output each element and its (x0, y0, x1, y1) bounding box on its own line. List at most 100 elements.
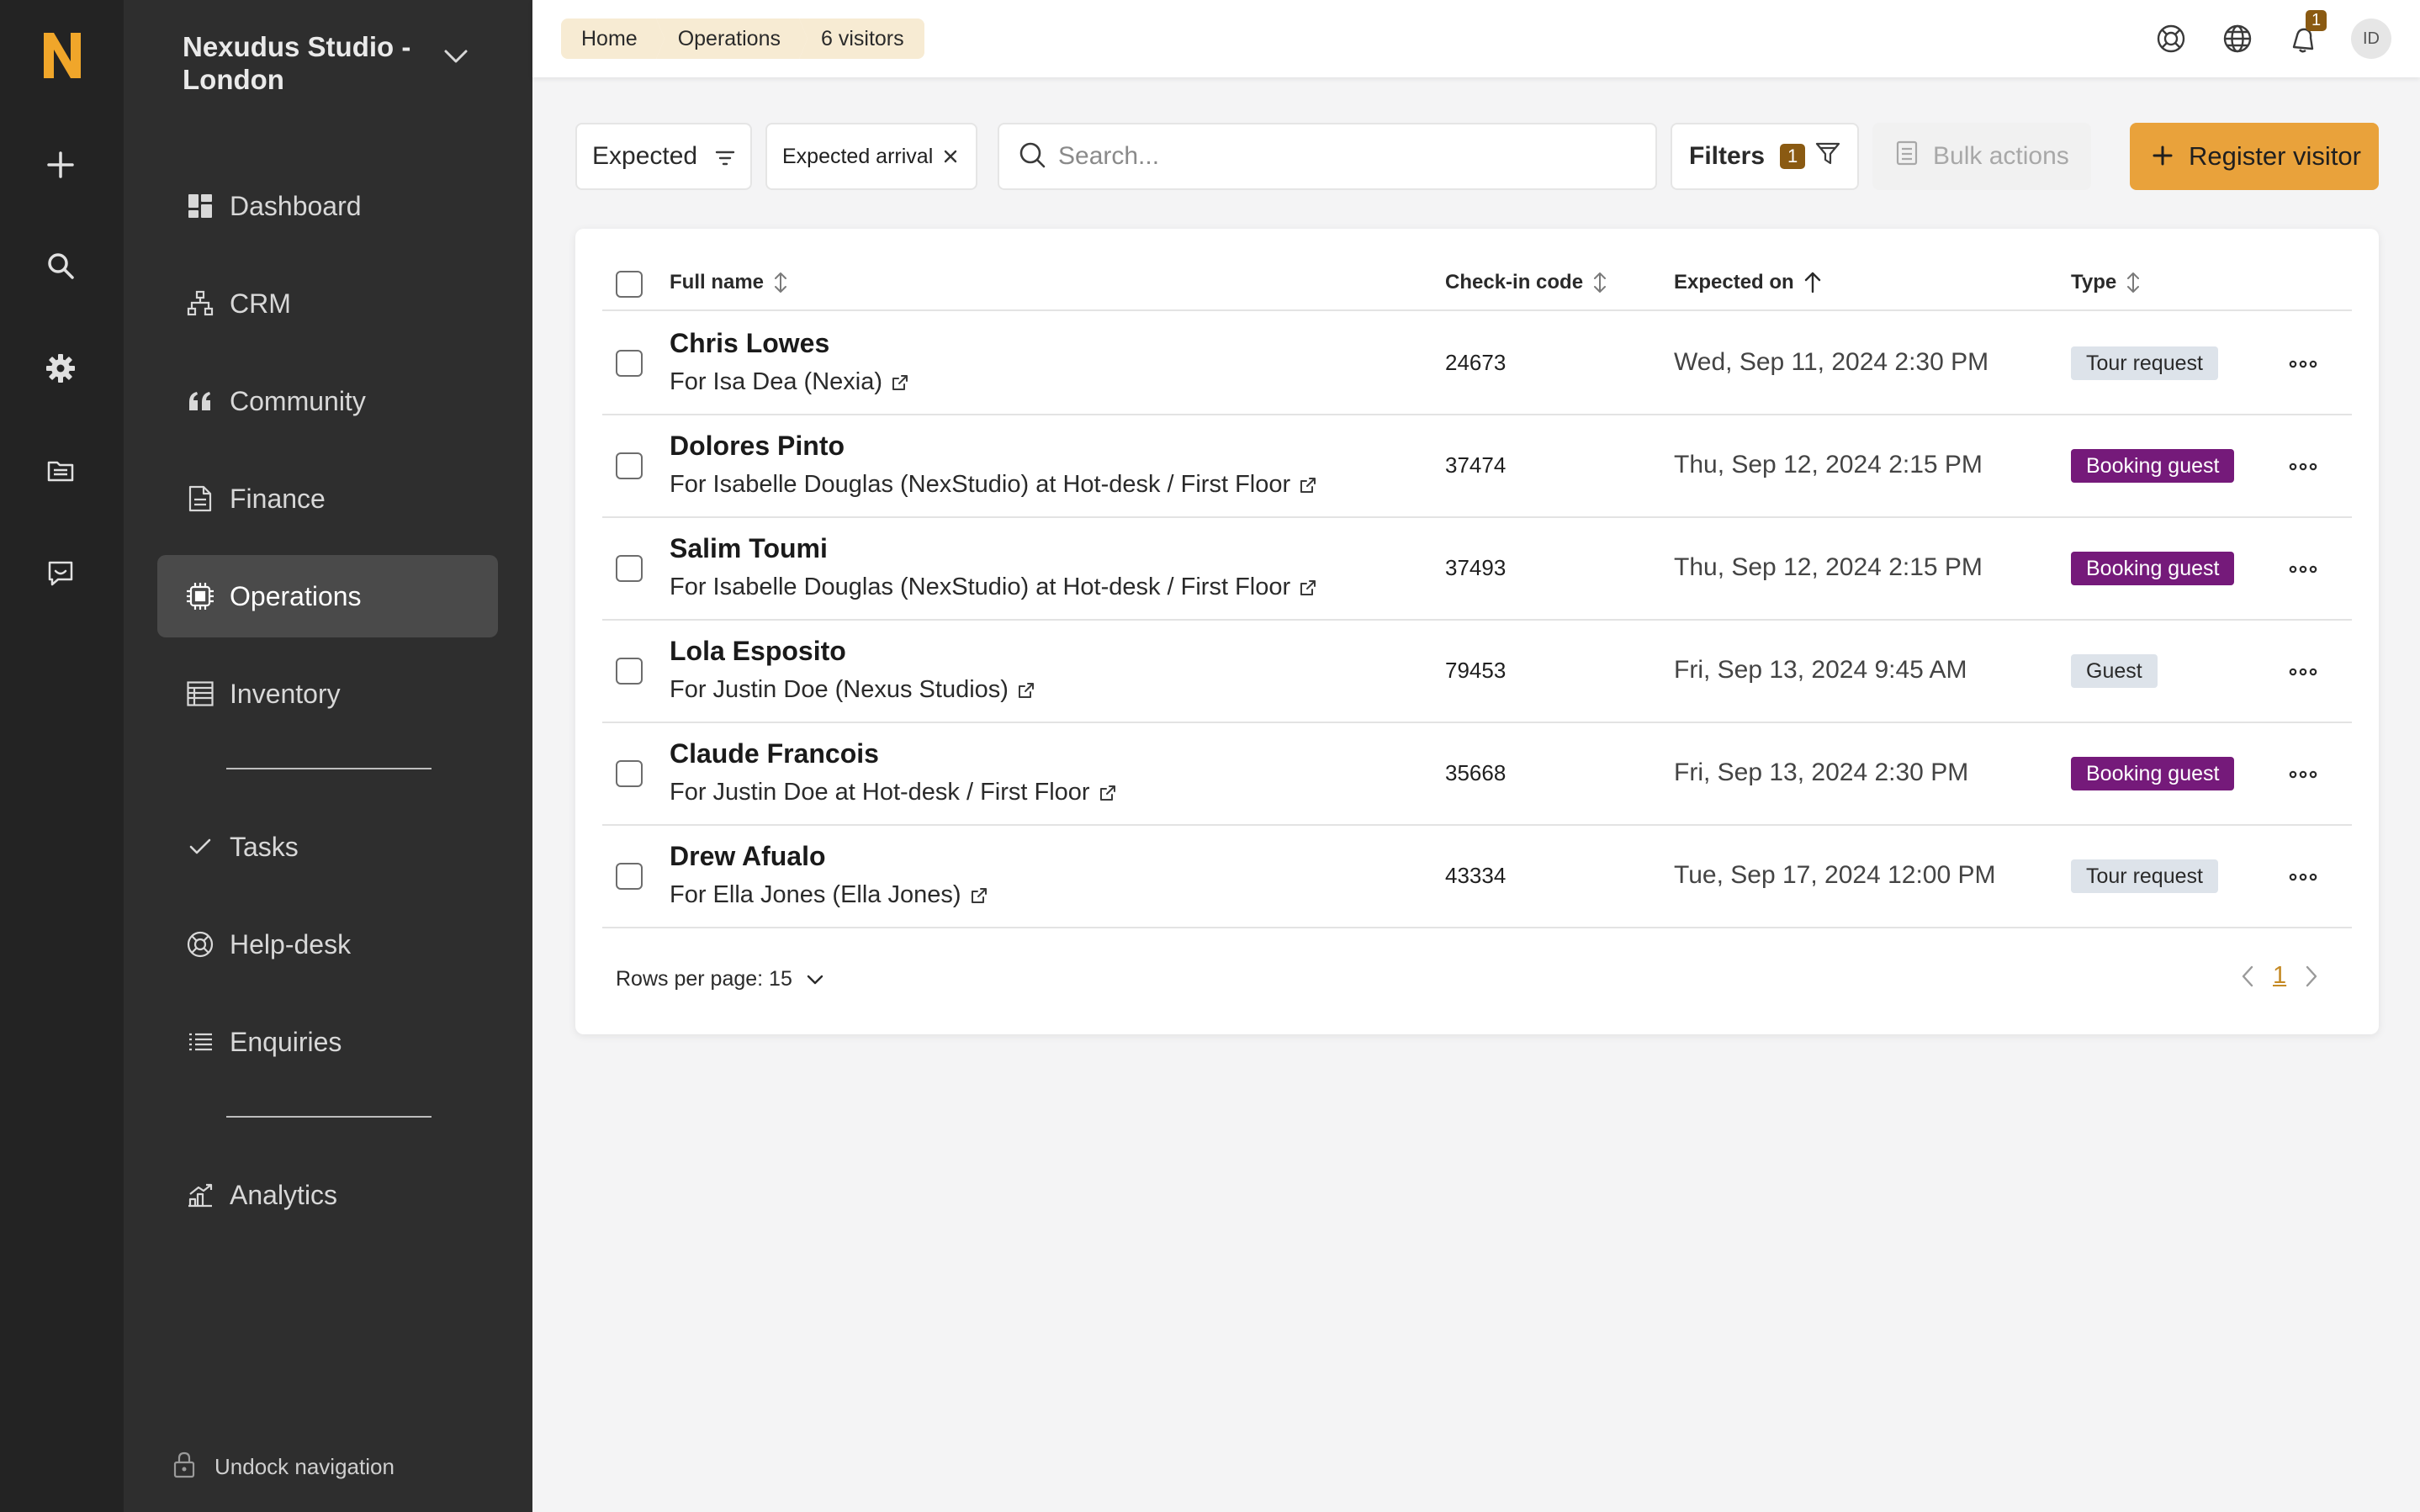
notification-count-badge: 1 (2306, 10, 2327, 31)
visitor-host-link[interactable]: For Isabelle Douglas (NexStudio) at Hot-… (670, 471, 1317, 499)
more-options-icon[interactable] (2285, 760, 2322, 789)
breadcrumb-visitors[interactable]: 6 visitors (798, 19, 924, 59)
feedback-icon[interactable] (37, 550, 84, 597)
sidebar-divider (226, 1116, 432, 1118)
select-all-checkbox[interactable] (616, 271, 643, 298)
check-in-code: 37493 (1445, 555, 1507, 580)
more-options-icon[interactable] (2285, 863, 2322, 891)
icon-rail (0, 0, 124, 1512)
sidebar-item-label: Enquiries (230, 1026, 342, 1057)
visitor-name[interactable]: Lola Esposito (670, 636, 846, 667)
column-expected-on[interactable]: Expected on (1674, 271, 1823, 294)
visitor-host-link[interactable]: For Justin Doe (Nexus Studios) (670, 676, 1035, 704)
visitor-name[interactable]: Drew Afualo (670, 841, 826, 872)
visitor-host-link[interactable]: For Isa Dea (Nexia) (670, 368, 909, 396)
avatar[interactable]: ID (2351, 19, 2391, 59)
gear-icon[interactable] (37, 345, 84, 392)
table-row[interactable]: Claude Francois For Justin Doe at Hot-de… (602, 723, 2352, 826)
filters-button[interactable]: Filters 1 (1671, 123, 1859, 190)
more-options-icon[interactable] (2285, 555, 2322, 584)
sidebar-item-enquiries[interactable]: Enquiries (157, 1001, 498, 1083)
visitor-name[interactable]: Salim Toumi (670, 533, 828, 564)
nexudus-logo[interactable] (37, 25, 87, 84)
row-checkbox[interactable] (616, 658, 643, 685)
breadcrumb-operations[interactable]: Operations (655, 19, 808, 59)
more-options-icon[interactable] (2285, 658, 2322, 686)
notifications-icon[interactable]: 1 (2284, 10, 2327, 59)
lock-icon (172, 1451, 196, 1483)
expected-arrival-chip[interactable]: Expected arrival (765, 123, 977, 190)
check-icon (186, 833, 214, 861)
rows-per-page-select[interactable]: Rows per page: 15 (616, 967, 824, 991)
top-bar: Home Operations 6 visitors 1 ID (532, 0, 2420, 77)
visitor-host-link[interactable]: For Justin Doe at Hot-desk / First Floor (670, 779, 1117, 806)
table-row[interactable]: Lola Esposito For Justin Doe (Nexus Stud… (602, 621, 2352, 723)
table-row[interactable]: Salim Toumi For Isabelle Douglas (NexStu… (602, 518, 2352, 621)
bulk-actions-label: Bulk actions (1933, 142, 2069, 170)
more-options-icon[interactable] (2285, 350, 2322, 378)
sort-icon (2127, 272, 2140, 293)
column-type[interactable]: Type (2071, 271, 2142, 294)
visitor-name[interactable]: Claude Francois (670, 738, 879, 769)
chevron-left-icon[interactable] (2241, 965, 2254, 988)
type-badge: Tour request (2071, 346, 2218, 380)
column-full-name[interactable]: Full name (670, 271, 789, 294)
bulk-actions-button[interactable]: Bulk actions (1872, 123, 2091, 190)
external-link-icon (1018, 682, 1034, 698)
folder-icon[interactable] (37, 447, 84, 494)
visitor-host-link[interactable]: For Isabelle Douglas (NexStudio) at Hot-… (670, 574, 1317, 601)
register-visitor-button[interactable]: Register visitor (2130, 123, 2379, 190)
visitor-host: For Ella Jones (Ella Jones) (670, 881, 961, 908)
search-input[interactable]: Search... (998, 123, 1657, 190)
sidebar-item-crm[interactable]: CRM (157, 262, 498, 345)
sidebar-item-community[interactable]: Community (157, 360, 498, 442)
type-badge: Booking guest (2071, 449, 2235, 483)
sidebar-item-label: Operations (230, 580, 362, 611)
add-icon[interactable] (37, 141, 84, 188)
undock-navigation-button[interactable]: Undock navigation (172, 1451, 395, 1483)
sidebar-item-help-desk[interactable]: Help-desk (157, 903, 498, 986)
chevron-down-icon[interactable] (443, 49, 469, 68)
column-check-in-code[interactable]: Check-in code (1445, 271, 1608, 294)
row-checkbox[interactable] (616, 863, 643, 890)
sidebar-item-tasks[interactable]: Tasks (157, 806, 498, 888)
row-checkbox[interactable] (616, 452, 643, 479)
expected-date: Tue, Sep 17, 2024 12:00 PM (1674, 861, 1996, 889)
more-options-icon[interactable] (2285, 452, 2322, 481)
row-checkbox[interactable] (616, 760, 643, 787)
table-header: Full name Check-in code Expected on Type (602, 259, 2352, 311)
filters-count-badge: 1 (1780, 144, 1806, 169)
search-icon[interactable] (37, 242, 84, 289)
location-name[interactable]: Nexudus Studio - London (183, 30, 460, 96)
globe-icon[interactable] (2217, 19, 2258, 59)
breadcrumb-home[interactable]: Home (561, 19, 665, 59)
table-row[interactable]: Chris Lowes For Isa Dea (Nexia) 24673 We… (602, 313, 2352, 415)
check-in-code: 24673 (1445, 350, 1507, 375)
sidebar-item-label: Inventory (230, 678, 341, 709)
visitor-name[interactable]: Chris Lowes (670, 328, 829, 359)
visitor-host-link[interactable]: For Ella Jones (Ella Jones) (670, 881, 988, 909)
sidebar-item-finance[interactable]: Finance (157, 457, 498, 540)
sidebar-item-inventory[interactable]: Inventory (157, 653, 498, 735)
row-checkbox[interactable] (616, 350, 643, 377)
sidebar-item-analytics[interactable]: Analytics (157, 1154, 498, 1236)
chevron-right-icon[interactable] (2305, 965, 2318, 988)
rows-per-page-label: Rows per page: 15 (616, 967, 792, 991)
pagination: 1 (2241, 962, 2318, 990)
close-icon[interactable] (943, 143, 958, 170)
search-icon (1018, 140, 1046, 173)
help-lifebuoy-icon[interactable] (2151, 19, 2191, 59)
table-row[interactable]: Drew Afualo For Ella Jones (Ella Jones) … (602, 826, 2352, 928)
check-in-code: 37474 (1445, 452, 1507, 478)
expected-date: Thu, Sep 12, 2024 2:15 PM (1674, 451, 1983, 478)
row-checkbox[interactable] (616, 555, 643, 582)
page-number[interactable]: 1 (2273, 962, 2286, 990)
table-row[interactable]: Dolores Pinto For Isabelle Douglas (NexS… (602, 415, 2352, 518)
visitor-name[interactable]: Dolores Pinto (670, 431, 845, 462)
sidebar-item-operations[interactable]: Operations (157, 555, 498, 637)
sidebar-item-dashboard[interactable]: Dashboard (157, 165, 498, 247)
register-visitor-label: Register visitor (2189, 141, 2361, 171)
external-link-icon (1099, 785, 1115, 801)
view-select[interactable]: Expected (575, 123, 752, 190)
sidebar-item-label: Finance (230, 483, 326, 514)
